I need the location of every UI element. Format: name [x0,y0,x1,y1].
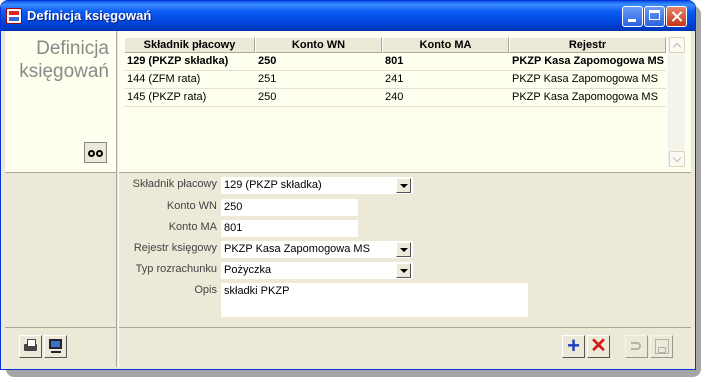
bottom-toolbar: + ✕ [5,327,691,367]
maximize-button[interactable] [644,6,665,27]
scroll-up-icon[interactable] [669,37,685,53]
vertical-scrollbar[interactable] [668,37,685,167]
left-panel: Definicja księgowań [5,31,116,172]
undo-icon[interactable] [625,335,648,358]
app-window: Definicja księgowań Definicja księgowań … [0,0,696,370]
chevron-down-icon[interactable] [396,178,411,193]
cell-konto-wn: 251 [258,73,277,85]
window-title: Definicja księgowań [27,8,152,23]
column-header-konto-ma[interactable]: Konto MA [382,37,509,53]
cell-rejestr: PKZP Kasa Zapomogowa MS [512,73,658,85]
label-konto-wn: Konto WN [166,200,217,212]
column-header-rejestr[interactable]: Rejestr [509,37,666,53]
chevron-down-icon[interactable] [396,263,411,278]
binoculars-icon[interactable] [84,142,107,163]
app-icon [6,8,22,24]
printer-icon[interactable] [19,335,42,358]
minimize-button[interactable] [622,6,643,27]
client-area: Definicja księgowań Składnik płacowy Kon… [5,31,691,367]
cell-konto-wn: 250 [258,91,277,103]
label-opis: Opis [194,284,217,296]
panel-title-line1: Definicja [36,38,109,59]
rejestr-select[interactable]: PKZP Kasa Zapomogowa MS [221,241,413,258]
records-grid: Składnik płacowy Konto WN Konto MA Rejes… [124,37,666,107]
column-header-skladnik[interactable]: Składnik płacowy [124,37,255,53]
add-button[interactable]: + [562,335,585,358]
edit-form: Składnik płacowy 129 (PKZP składka) Kont… [5,172,691,327]
cell-skladnik: 144 (ZFM rata) [127,73,201,85]
label-rejestr: Rejestr księgowy [133,242,217,254]
cell-skladnik: 145 (PKZP rata) [127,91,207,103]
scroll-down-icon[interactable] [669,151,685,167]
monitor-icon[interactable] [44,335,67,358]
column-header-konto-wn[interactable]: Konto WN [255,37,382,53]
cell-konto-ma: 241 [385,73,404,85]
delete-button[interactable]: ✕ [587,335,610,358]
label-konto-ma: Konto MA [168,221,217,233]
list-area: Definicja księgowań Składnik płacowy Kon… [5,31,691,172]
grid-header: Składnik płacowy Konto WN Konto MA Rejes… [124,37,666,53]
skladnik-select[interactable]: 129 (PKZP składka) [221,177,413,194]
panel-title: Definicja księgowań [19,37,109,83]
chevron-down-icon[interactable] [396,242,411,257]
title-bar[interactable]: Definicja księgowań [1,1,695,31]
panel-divider [116,31,119,367]
table-row[interactable]: 144 (ZFM rata) 251 241 PKZP Kasa Zapomog… [124,71,666,89]
label-skladnik: Składnik płacowy [132,178,217,190]
konto-wn-field[interactable]: 250 [221,199,358,216]
table-row[interactable]: 145 (PKZP rata) 250 240 PKZP Kasa Zapomo… [124,89,666,107]
typ-rozrachunku-select[interactable]: Pożyczka [221,262,413,279]
opis-textarea[interactable]: składki PKZP [221,283,528,317]
table-row[interactable]: 129 (PKZP składka) 250 801 PKZP Kasa Zap… [124,53,666,71]
panel-title-line2: księgowań [19,61,109,82]
label-typ-rozrachunku: Typ rozrachunku [135,263,217,275]
cell-rejestr: PKZP Kasa Zapomogowa MS [512,91,658,103]
cell-skladnik: 129 (PKZP składka) [127,55,229,67]
cell-konto-ma: 801 [385,55,404,67]
cell-konto-ma: 240 [385,91,404,103]
konto-ma-field[interactable]: 801 [221,220,358,237]
save-icon[interactable] [650,335,673,358]
cell-rejestr: PKZP Kasa Zapomogowa MS [512,55,664,67]
cell-konto-wn: 250 [258,55,277,67]
close-button[interactable] [666,6,687,27]
